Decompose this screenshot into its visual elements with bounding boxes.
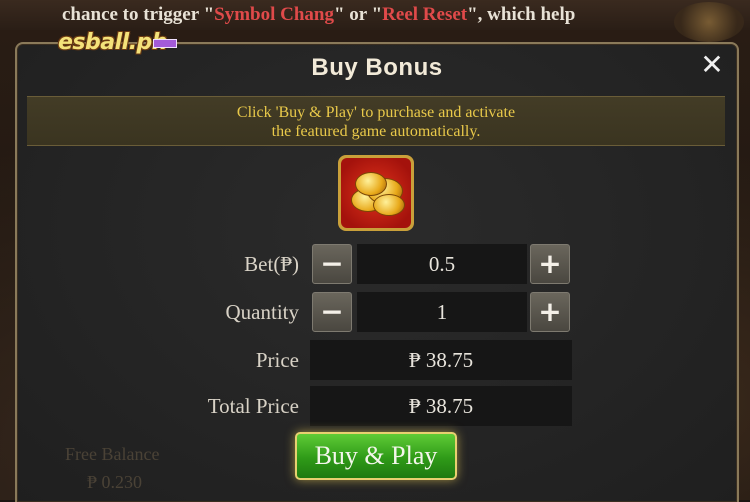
- quantity-label: Quantity: [225, 300, 300, 324]
- buy-and-play-button[interactable]: Buy & Play: [295, 432, 457, 480]
- ticker-middle: " or ": [333, 4, 383, 25]
- ticker-prefix: chance to trigger ": [62, 4, 215, 25]
- quantity-increase-button[interactable]: +: [530, 292, 570, 332]
- background-balance-label: Free Balance: [65, 444, 160, 464]
- ticker-text: chance to trigger "Symbol Chang" or "Ree…: [62, 0, 575, 30]
- ticker-symbol-chang: Symbol Chang: [214, 4, 334, 25]
- total-price-label: Total Price: [207, 394, 299, 418]
- price-value: ₱ 38.75: [310, 340, 572, 380]
- minus-icon: −: [320, 295, 344, 328]
- esball-logo: esball.ph: [58, 30, 177, 60]
- notice-line-2: the featured game automatically.: [271, 123, 481, 140]
- ticker-suffix: ", which help: [467, 4, 576, 25]
- logo-text: esball.ph: [58, 30, 167, 55]
- price-label: Price: [255, 348, 299, 372]
- instruction-banner: Click 'Buy & Play' to purchase and activ…: [27, 96, 725, 146]
- background-balance-value: ₱ 0.230: [87, 472, 143, 492]
- ticker-reel-reset: Reel Reset: [382, 4, 468, 25]
- total-price-value: ₱ 38.75: [310, 386, 572, 426]
- quantity-decrease-button[interactable]: −: [312, 292, 352, 332]
- minus-icon: −: [320, 247, 344, 280]
- bet-decrease-button[interactable]: −: [312, 244, 352, 284]
- notice-line-1: Click 'Buy & Play' to purchase and activ…: [236, 104, 516, 121]
- bet-increase-button[interactable]: +: [530, 244, 570, 284]
- bet-label: Bet(₱): [244, 252, 299, 276]
- plus-icon: +: [538, 247, 562, 280]
- logo-accent-bar: [153, 39, 177, 48]
- close-icon[interactable]: ✕: [697, 50, 727, 80]
- marquee-ticker: chance to trigger "Symbol Chang" or "Ree…: [0, 0, 750, 30]
- bet-value: 0.5: [357, 244, 527, 284]
- buy-bonus-dialog: Buy Bonus ✕ Click 'Buy & Play' to purcha…: [15, 42, 739, 502]
- corner-ornament: [674, 2, 744, 42]
- gold-coins-bonus-icon: [338, 155, 414, 231]
- plus-icon: +: [538, 295, 562, 328]
- quantity-value: 1: [357, 292, 527, 332]
